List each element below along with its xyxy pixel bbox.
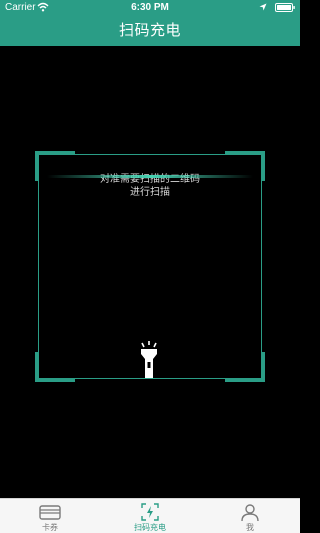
scan-line: [47, 175, 253, 178]
tab-me[interactable]: 我: [200, 499, 300, 533]
status-time: 6:30 PM: [131, 2, 169, 13]
frame-corner-bottom-left: [35, 352, 75, 382]
user-icon: [241, 504, 259, 522]
page-title: 扫码充电: [118, 21, 181, 39]
scan-charge-icon: [141, 503, 159, 521]
frame-corner-bottom-right: [225, 352, 265, 382]
card-icon: [39, 505, 61, 520]
status-bar: Carrier 6:30 PM: [0, 0, 300, 14]
tab-label: 我: [246, 523, 254, 532]
app-header: Carrier 6:30 PM 扫码充电: [0, 0, 300, 46]
battery-icon: [275, 3, 295, 12]
tab-label: 扫码充电: [134, 523, 166, 532]
tab-cards[interactable]: 卡券: [0, 499, 100, 533]
flashlight-icon[interactable]: [136, 340, 162, 380]
tab-bar: 卡券 扫码充电 我: [0, 498, 300, 533]
tab-scan-charge[interactable]: 扫码充电: [100, 499, 200, 533]
tab-label: 卡券: [42, 523, 58, 532]
location-icon: [259, 3, 267, 11]
